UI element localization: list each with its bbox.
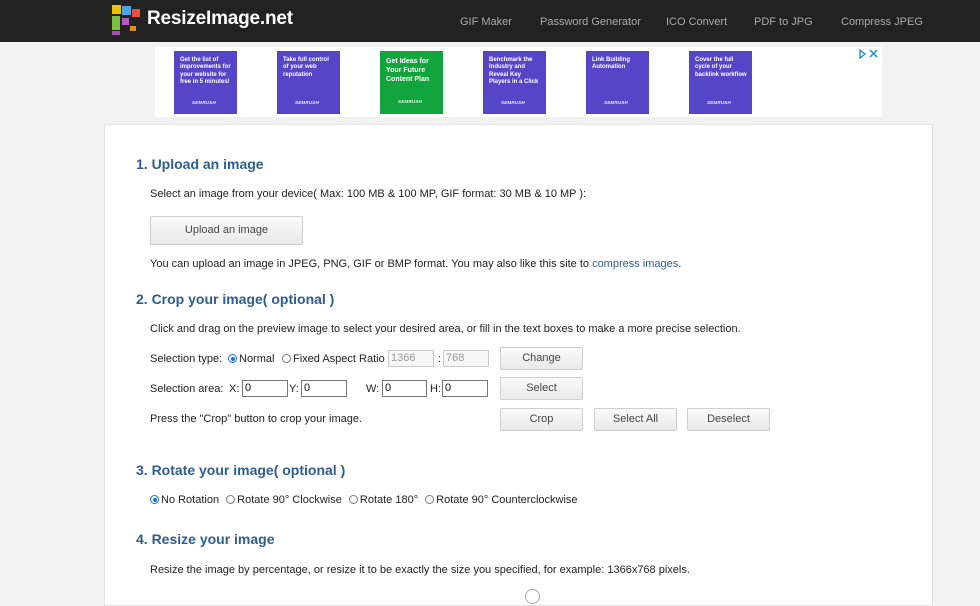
rotate-90-clockwise-label: Rotate 90° Clockwise <box>237 494 342 506</box>
ad-text: Get the list of improvements for your we… <box>180 57 231 85</box>
ad-brand: SEMRUSH <box>192 99 216 105</box>
h-label: H: <box>430 383 441 395</box>
advertisement-banner: Get the list of improvements for your we… <box>155 47 882 117</box>
change-button[interactable]: Change <box>500 347 583 370</box>
ad-brand: SEMRUSH <box>398 99 422 104</box>
resize-tool-panel: 1. Upload an image Select an image from … <box>104 124 933 606</box>
ad-card[interactable]: Link Building Automation SEMRUSH <box>586 51 649 114</box>
rotate-options: No Rotation Rotate 90° Clockwise Rotate … <box>150 494 578 506</box>
ad-card[interactable]: Take full control of your web reputation… <box>277 51 340 114</box>
step2-description: Click and drag on the preview image to s… <box>150 323 741 335</box>
nav-ico-convert[interactable]: ICO Convert <box>666 16 727 28</box>
step1-note-text: You can upload an image in JPEG, PNG, GI… <box>150 258 593 270</box>
adchoices-icon[interactable] <box>859 48 879 62</box>
rotate-90-clockwise-radio[interactable]: Rotate 90° Clockwise <box>226 494 342 506</box>
ad-text: Take full control of your web reputation <box>283 57 329 78</box>
ad-brand: SEMRUSH <box>707 99 731 105</box>
nav-pdf-to-jpg[interactable]: PDF to JPG <box>754 16 813 28</box>
h-input[interactable]: 0 <box>442 380 488 397</box>
x-input[interactable]: 0 <box>242 380 288 397</box>
ad-card[interactable]: Benchmark the Industry and Reveal Key Pl… <box>483 51 546 114</box>
nav-compress-jpeg[interactable]: Compress JPEG <box>841 16 923 28</box>
rotate-90-counterclockwise-radio[interactable]: Rotate 90° Counterclockwise <box>425 494 578 506</box>
fixed-aspect-ratio-radio[interactable]: Fixed Aspect Ratio <box>282 353 385 365</box>
ad-text: Get Ideas for Your Future Content Plan <box>386 58 430 83</box>
x-label: X: <box>229 383 240 395</box>
crop-button[interactable]: Crop <box>500 408 583 431</box>
step2-heading: 2. Crop your image( optional ) <box>136 291 335 307</box>
normal-radio-label: Normal <box>239 353 275 365</box>
w-input[interactable]: 0 <box>382 380 427 397</box>
deselect-button[interactable]: Deselect <box>687 408 770 431</box>
step1-heading: 1. Upload an image <box>136 156 264 172</box>
fixed-aspect-ratio-label: Fixed Aspect Ratio <box>293 353 385 365</box>
normal-radio[interactable]: Normal <box>228 353 274 365</box>
site-brand-link[interactable]: ResizeImage.net <box>147 8 293 30</box>
selection-area-label: Selection area: <box>150 383 224 395</box>
step4-description: Resize the image by percentage, or resiz… <box>150 564 690 576</box>
aspect-ratio-separator: : <box>438 353 442 365</box>
upload-image-button[interactable]: Upload an image <box>150 216 303 245</box>
resize-option-radio-icon[interactable] <box>525 589 540 604</box>
rotate-90-counterclockwise-label: Rotate 90° Counterclockwise <box>436 494 578 506</box>
select-button[interactable]: Select <box>500 377 583 400</box>
top-navigation-bar: ResizeImage.net GIF Maker Password Gener… <box>0 0 980 42</box>
ad-text: Benchmark the Industry and Reveal Key Pl… <box>489 57 539 85</box>
no-rotation-label: No Rotation <box>161 494 220 506</box>
aspect-width-input[interactable]: 1366 <box>388 350 434 367</box>
step1-note: You can upload an image in JPEG, PNG, GI… <box>150 258 681 270</box>
rotate-180-label: Rotate 180° <box>359 494 419 506</box>
crop-instructions: Press the "Crop" button to crop your ima… <box>150 413 363 425</box>
nav-password-generator[interactable]: Password Generator <box>540 16 641 28</box>
ad-brand: SEMRUSH <box>501 99 525 105</box>
y-input[interactable]: 0 <box>301 380 347 397</box>
ad-brand: SEMRUSH <box>295 99 319 105</box>
ad-text: Cover the full cycle of your backlink wo… <box>695 57 747 78</box>
step1-note-end: . <box>678 258 682 270</box>
radio-unselected-icon <box>226 495 236 504</box>
nav-gif-maker[interactable]: GIF Maker <box>460 16 512 28</box>
radio-unselected-icon <box>348 495 358 504</box>
ad-card[interactable]: Get Ideas for Your Future Content Plan SE… <box>380 51 443 114</box>
radio-selected-icon <box>150 495 159 504</box>
rotate-180-radio[interactable]: Rotate 180° <box>348 494 419 506</box>
w-label: W: <box>366 383 380 395</box>
step1-description: Select an image from your device( Max: 1… <box>150 188 587 200</box>
select-all-button[interactable]: Select All <box>594 408 677 431</box>
ad-text: Link Building Automation <box>592 57 630 71</box>
ad-brand: SEMRUSH <box>604 99 628 105</box>
step3-heading: 3. Rotate your image( optional ) <box>136 462 346 478</box>
ad-card[interactable]: Cover the full cycle of your backlink wo… <box>689 51 752 114</box>
ad-card[interactable]: Get the list of improvements for your we… <box>174 51 237 114</box>
aspect-height-input[interactable]: 768 <box>443 350 489 367</box>
radio-unselected-icon <box>425 495 435 504</box>
resizeimage-logo-icon[interactable] <box>110 4 140 36</box>
radio-unselected-icon <box>282 354 291 363</box>
y-label: Y: <box>289 383 299 395</box>
no-rotation-radio[interactable]: No Rotation <box>150 494 219 506</box>
selection-type-label: Selection type: <box>150 353 223 365</box>
step4-heading: 4. Resize your image <box>136 531 275 547</box>
radio-selected-icon <box>228 354 237 363</box>
compress-images-link[interactable]: compress images <box>592 258 678 270</box>
